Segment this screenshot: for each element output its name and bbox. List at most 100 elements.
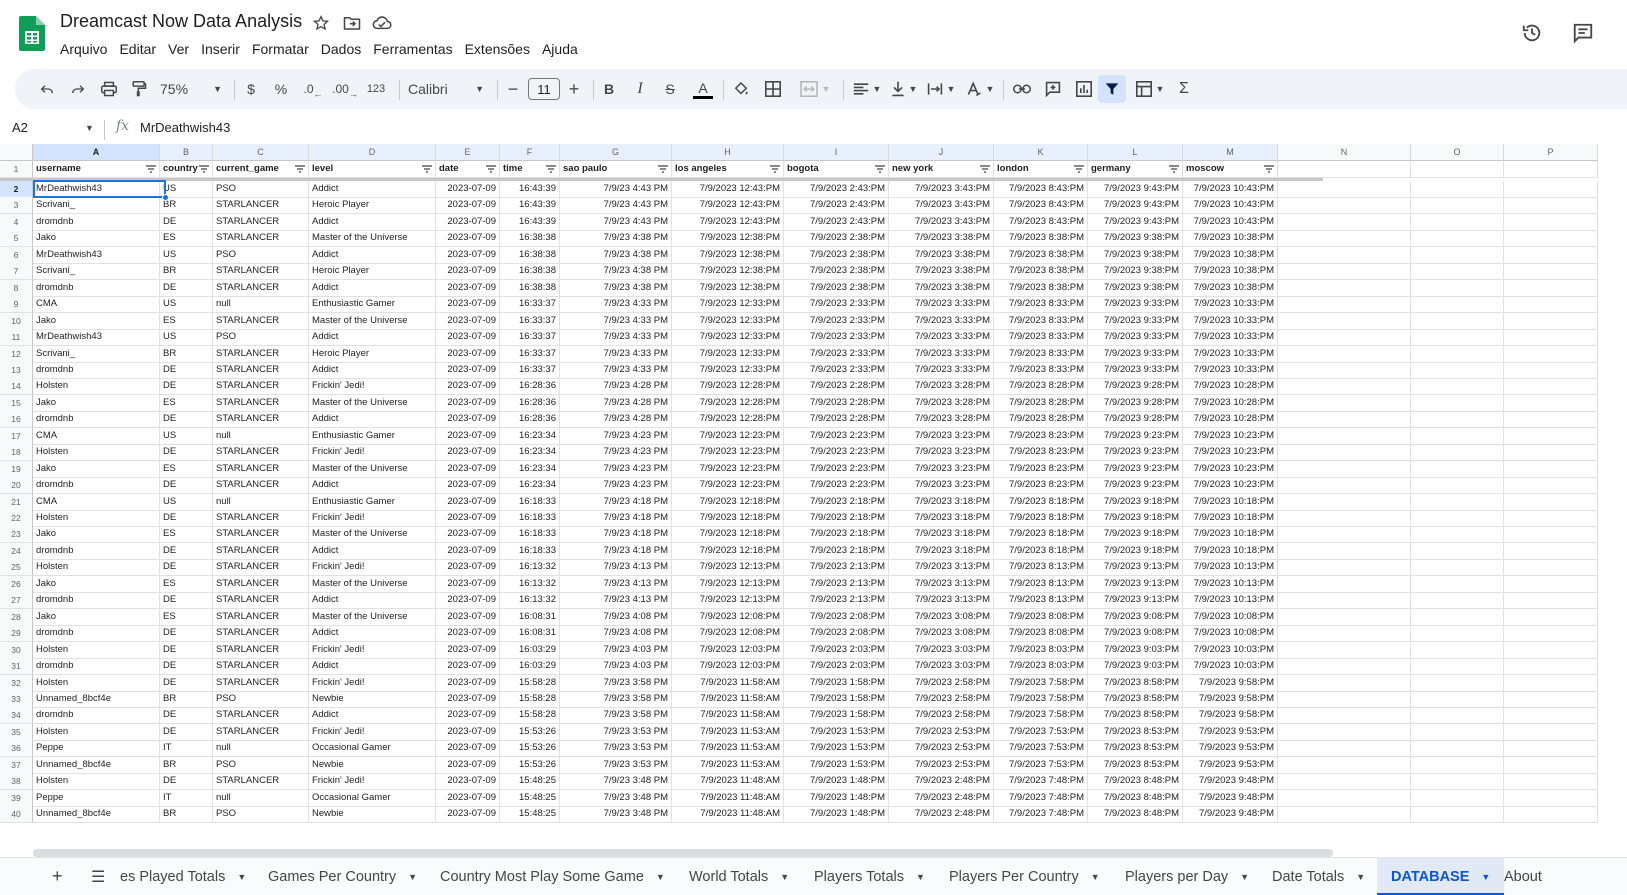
column-header-m[interactable]: M — [1183, 144, 1278, 161]
table-cell[interactable]: 16:13:32 — [500, 575, 560, 593]
row-number[interactable]: 30 — [0, 641, 33, 659]
table-cell[interactable]: 7/9/2023 8:33:PM — [994, 329, 1088, 347]
empty-cell[interactable] — [1504, 197, 1598, 215]
row-number[interactable]: 6 — [0, 246, 33, 264]
empty-cell[interactable] — [1504, 510, 1598, 527]
table-cell[interactable]: 7/9/2023 8:23:PM — [994, 427, 1088, 445]
table-cell[interactable]: dromdnb — [33, 361, 160, 379]
table-cell[interactable]: STARLANCER — [213, 345, 309, 363]
name-box[interactable]: A2 — [12, 120, 28, 135]
fill-handle[interactable] — [162, 194, 169, 201]
empty-cell[interactable] — [1411, 707, 1504, 725]
empty-cell[interactable] — [1278, 329, 1411, 347]
move-folder-icon[interactable] — [342, 13, 362, 33]
table-cell[interactable]: 7/9/23 4:13 PM — [560, 575, 672, 593]
menu-editar[interactable]: Editar — [113, 39, 162, 59]
table-cell[interactable]: 2023-07-09 — [436, 427, 500, 445]
empty-cell[interactable] — [1504, 526, 1598, 544]
empty-cell[interactable] — [1278, 806, 1411, 824]
empty-cell[interactable] — [1278, 230, 1411, 248]
table-cell[interactable]: 7/9/2023 2:13:PM — [784, 592, 889, 610]
table-cell[interactable]: 7/9/2023 12:43:PM — [672, 181, 784, 198]
table-cell[interactable]: Holsten — [33, 674, 160, 692]
table-cell[interactable]: 2023-07-09 — [436, 378, 500, 396]
table-cell[interactable]: 7/9/23 4:28 PM — [560, 411, 672, 429]
row-number[interactable]: 17 — [0, 427, 33, 445]
table-cell[interactable]: Jako — [33, 230, 160, 248]
table-cell[interactable]: STARLANCER — [213, 197, 309, 215]
table-cell[interactable]: 7/9/2023 2:18:PM — [784, 526, 889, 544]
column-filter-icon[interactable] — [1264, 164, 1274, 174]
table-cell[interactable]: Frickin' Jedi! — [309, 773, 436, 791]
row-number[interactable]: 2 — [0, 181, 33, 198]
table-cell[interactable]: 7/9/2023 7:58:PM — [994, 674, 1088, 692]
table-cell[interactable]: 7/9/2023 2:33:PM — [784, 361, 889, 379]
table-cell[interactable]: 7/9/2023 2:18:PM — [784, 542, 889, 560]
header-cell[interactable]: germany — [1088, 161, 1183, 178]
table-cell[interactable]: 7/9/2023 8:28:PM — [994, 411, 1088, 429]
table-cell[interactable]: 7/9/2023 10:18:PM — [1183, 493, 1278, 511]
table-cell[interactable]: 7/9/2023 8:23:PM — [994, 460, 1088, 478]
table-cell[interactable]: 7/9/2023 3:38:PM — [889, 230, 994, 248]
table-cell[interactable]: Master of the Universe — [309, 312, 436, 330]
table-cell[interactable]: 7/9/2023 9:48:PM — [1183, 773, 1278, 791]
table-cell[interactable]: 7/9/2023 8:58:PM — [1088, 690, 1183, 708]
row-number[interactable]: 24 — [0, 542, 33, 560]
table-cell[interactable]: Occasional Gamer — [309, 740, 436, 758]
table-cell[interactable]: 7/9/2023 8:48:PM — [1088, 806, 1183, 824]
table-cell[interactable]: 15:58:28 — [500, 707, 560, 725]
table-cell[interactable]: 7/9/2023 7:53:PM — [994, 756, 1088, 774]
table-cell[interactable]: 7/9/2023 3:03:PM — [889, 641, 994, 659]
table-cell[interactable]: 16:28:36 — [500, 394, 560, 412]
table-cell[interactable]: Jako — [33, 312, 160, 330]
table-cell[interactable]: 7/9/2023 2:03:PM — [784, 641, 889, 659]
row-number[interactable]: 12 — [0, 345, 33, 363]
empty-cell[interactable] — [1411, 690, 1504, 708]
table-cell[interactable]: 2023-07-09 — [436, 723, 500, 741]
table-cell[interactable]: 7/9/2023 12:33:PM — [672, 345, 784, 363]
table-cell[interactable]: 7/9/2023 9:28:PM — [1088, 411, 1183, 429]
table-cell[interactable]: 7/9/2023 2:18:PM — [784, 510, 889, 527]
table-cell[interactable]: 7/9/2023 8:43:PM — [994, 197, 1088, 215]
header-cell[interactable]: username — [33, 161, 160, 178]
table-cell[interactable]: 7/9/2023 3:43:PM — [889, 181, 994, 198]
table-cell[interactable]: 2023-07-09 — [436, 197, 500, 215]
table-cell[interactable]: 2023-07-09 — [436, 658, 500, 676]
row-number[interactable]: 29 — [0, 625, 33, 643]
table-cell[interactable]: 2023-07-09 — [436, 756, 500, 774]
empty-cell[interactable] — [1411, 444, 1504, 462]
empty-cell[interactable] — [1411, 723, 1504, 741]
table-cell[interactable]: 7/9/2023 2:43:PM — [784, 181, 889, 198]
row-number[interactable]: 19 — [0, 460, 33, 478]
table-cell[interactable]: 7/9/2023 10:13:PM — [1183, 559, 1278, 577]
table-cell[interactable]: 7/9/2023 9:43:PM — [1088, 181, 1183, 198]
table-cell[interactable]: 7/9/2023 3:23:PM — [889, 477, 994, 495]
filter-icon[interactable] — [1098, 75, 1126, 103]
table-cell[interactable]: 7/9/2023 3:23:PM — [889, 444, 994, 462]
tab-menu-chevron-icon[interactable]: ▼ — [1356, 872, 1365, 882]
table-cell[interactable]: BR — [160, 756, 213, 774]
table-cell[interactable]: 7/9/2023 8:18:PM — [994, 526, 1088, 544]
table-cell[interactable]: CMA — [33, 493, 160, 511]
empty-cell[interactable] — [1504, 230, 1598, 248]
sheets-logo-icon[interactable] — [19, 16, 45, 51]
table-cell[interactable]: 7/9/2023 8:18:PM — [994, 542, 1088, 560]
table-cell[interactable]: 7/9/2023 3:13:PM — [889, 592, 994, 610]
table-cell[interactable]: 2023-07-09 — [436, 279, 500, 297]
empty-cell[interactable] — [1278, 723, 1411, 741]
table-cell[interactable]: US — [160, 246, 213, 264]
table-cell[interactable]: Master of the Universe — [309, 526, 436, 544]
empty-cell[interactable] — [1504, 444, 1598, 462]
table-cell[interactable]: 15:48:25 — [500, 773, 560, 791]
empty-cell[interactable] — [1504, 806, 1598, 824]
row-number[interactable]: 16 — [0, 411, 33, 429]
table-cell[interactable]: 7/9/23 4:38 PM — [560, 263, 672, 281]
table-cell[interactable]: STARLANCER — [213, 510, 309, 527]
table-cell[interactable]: 7/9/2023 2:58:PM — [889, 707, 994, 725]
table-cell[interactable]: US — [160, 427, 213, 445]
table-cell[interactable]: null — [213, 493, 309, 511]
column-header-b[interactable]: B — [160, 144, 213, 161]
table-cell[interactable]: 7/9/2023 12:13:PM — [672, 592, 784, 610]
table-cell[interactable]: 7/9/2023 2:18:PM — [784, 493, 889, 511]
column-filter-icon[interactable] — [422, 164, 432, 174]
